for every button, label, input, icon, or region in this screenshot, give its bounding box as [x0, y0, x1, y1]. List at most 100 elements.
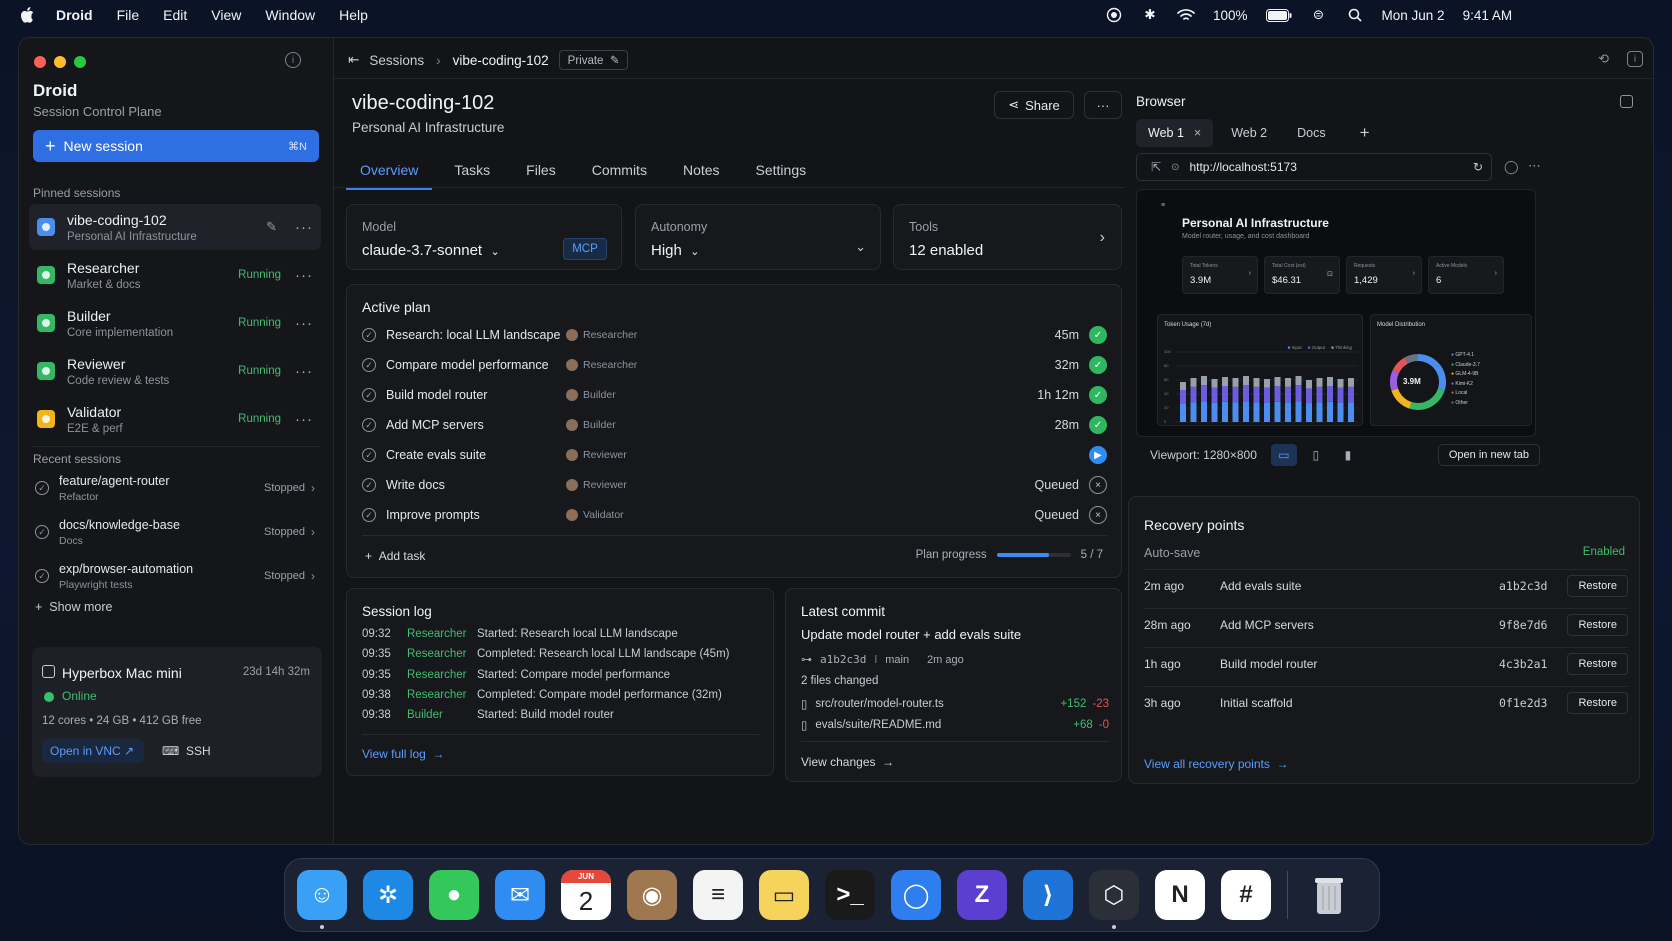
ssh-button[interactable]: ⌨ SSH	[162, 744, 211, 758]
new-tab-button[interactable]: +	[1348, 119, 1382, 147]
tab-settings[interactable]: Settings	[742, 156, 821, 190]
menu-view[interactable]: View	[211, 7, 241, 23]
menu-time[interactable]: 9:41 AM	[1463, 8, 1513, 23]
mcp-badge[interactable]: MCP	[563, 238, 607, 260]
tab-notes[interactable]: Notes	[669, 156, 734, 190]
dock-app-vscode-icon[interactable]: ⟩	[1023, 870, 1073, 920]
commit-hash[interactable]: a1b2c3d	[820, 653, 866, 666]
dock-app-user-icon[interactable]: ◯	[891, 870, 941, 920]
recent-session-item[interactable]: ✓ docs/knowledge-base Docs Stopped ›	[29, 512, 321, 552]
recent-session-item[interactable]: ✓ exp/browser-automation Playwright tests…	[29, 556, 321, 596]
sidebar-info-icon[interactable]: i	[285, 52, 301, 68]
changed-file-row[interactable]: ▯ evals/suite/README.md +68 -0	[801, 718, 1109, 732]
circle-icon[interactable]: ◯	[1504, 159, 1519, 175]
tab-tasks[interactable]: Tasks	[440, 156, 504, 190]
close-icon[interactable]: ×	[1194, 126, 1201, 140]
tools-selector[interactable]: Tools 12 enabled ›	[893, 204, 1122, 270]
plan-task-row[interactable]: ✓ Build model router Builder 1h 12m ✓	[362, 383, 1107, 407]
visibility-badge[interactable]: Private ✎	[558, 50, 629, 70]
check-circle-icon[interactable]: ✓	[362, 358, 376, 372]
check-circle-icon[interactable]: ✓	[362, 418, 376, 432]
browser-tab[interactable]: Web 1 ×	[1136, 119, 1214, 147]
menu-app-name[interactable]: Droid	[56, 7, 93, 23]
pinned-session-item[interactable]: Builder Core implementation Running ···	[29, 300, 321, 346]
task-status-icon[interactable]: ✓	[1089, 326, 1107, 344]
changed-file-row[interactable]: ▯ src/router/model-router.ts +152 -23	[801, 697, 1109, 711]
restore-button[interactable]: Restore	[1567, 691, 1628, 714]
dock-app-notes-icon[interactable]: ▭	[759, 870, 809, 920]
task-status-icon[interactable]: ✓	[1089, 416, 1107, 434]
browser-tab[interactable]: Docs	[1285, 119, 1337, 147]
pinned-session-item[interactable]: Reviewer Code review & tests Running ···	[29, 348, 321, 394]
plan-task-row[interactable]: ✓ Improve prompts Validator Queued ×	[362, 503, 1107, 527]
task-status-icon[interactable]: ▶	[1089, 446, 1107, 464]
pinned-session-item[interactable]: Researcher Market & docs Running ···	[29, 252, 321, 298]
battery-icon[interactable]	[1265, 7, 1292, 23]
task-status-icon[interactable]: ✓	[1089, 356, 1107, 374]
dock-app-notion-icon[interactable]: N	[1155, 870, 1205, 920]
reload-icon[interactable]: ↻	[1473, 160, 1483, 174]
autonomy-selector[interactable]: Autonomy High ⌄ ⌄	[635, 204, 881, 270]
spotlight-search-icon[interactable]	[1346, 7, 1364, 23]
dock-app-reminders-icon[interactable]: ≡	[693, 870, 743, 920]
plan-task-row[interactable]: ✓ Create evals suite Reviewer ▶	[362, 443, 1107, 467]
menu-file[interactable]: File	[117, 7, 140, 23]
control-center-icon[interactable]: ⊜	[1310, 7, 1328, 23]
dock-app-calendar-icon[interactable]: JUN 2	[561, 870, 611, 920]
close-window-button[interactable]	[34, 56, 46, 68]
tablet-icon[interactable]: ▯	[1303, 444, 1329, 466]
external-link-icon[interactable]: ⇱	[1151, 160, 1161, 174]
menu-date[interactable]: Mon Jun 2	[1382, 8, 1445, 23]
pinned-session-item[interactable]: Validator E2E & perf Running ···	[29, 396, 321, 442]
view-all-recovery-link[interactable]: View all recovery points →	[1144, 757, 1289, 771]
plan-task-row[interactable]: ✓ Add MCP servers Builder 28m ✓	[362, 413, 1107, 437]
bluetooth-icon[interactable]: ✱	[1141, 7, 1159, 23]
menu-help[interactable]: Help	[339, 7, 368, 23]
more-options-icon[interactable]: ···	[295, 219, 313, 236]
dock-app-contacts-icon[interactable]: ◉	[627, 870, 677, 920]
task-status-icon[interactable]: ×	[1089, 476, 1107, 494]
dock-app-slack-icon[interactable]: #	[1221, 870, 1271, 920]
menu-window[interactable]: Window	[265, 7, 315, 23]
check-circle-icon[interactable]: ✓	[362, 328, 376, 342]
autosave-state[interactable]: Enabled	[1583, 546, 1625, 558]
dock-app-cube-icon[interactable]: ⬡	[1089, 870, 1139, 929]
add-task-button[interactable]: + Add task	[365, 549, 425, 563]
menu-edit[interactable]: Edit	[163, 7, 187, 23]
check-circle-icon[interactable]: ✓	[362, 448, 376, 462]
task-status-icon[interactable]: ✓	[1089, 386, 1107, 404]
recent-session-item[interactable]: ✓ feature/agent-router Refactor Stopped ›	[29, 468, 321, 508]
plan-task-row[interactable]: ✓ Research: local LLM landscape Research…	[362, 323, 1107, 347]
tab-files[interactable]: Files	[512, 156, 570, 190]
share-button[interactable]: ⋖ Share	[994, 91, 1074, 119]
dock-app-finder-icon[interactable]: ☺	[297, 870, 347, 929]
info-icon[interactable]: i	[1627, 51, 1643, 67]
more-options-icon[interactable]: ···	[295, 363, 313, 380]
trash-icon[interactable]	[1304, 870, 1354, 920]
check-circle-icon[interactable]: ✓	[362, 478, 376, 492]
dock-app-zed-icon[interactable]: Z	[957, 870, 1007, 920]
model-selector[interactable]: Model claude-3.7-sonnet ⌄ MCP	[346, 204, 622, 270]
show-more-button[interactable]: + Show more	[35, 600, 113, 614]
check-circle-icon[interactable]: ✓	[362, 508, 376, 522]
browser-preview[interactable]: ≡ Personal AI Infrastructure Model route…	[1136, 189, 1536, 437]
url-bar[interactable]: ⇱ ⊙ http://localhost:5173 ↻	[1136, 153, 1492, 181]
dock-app-terminal-icon[interactable]: >_	[825, 870, 875, 920]
more-options-icon[interactable]: ···	[295, 315, 313, 332]
dock-app-messages-icon[interactable]: ●	[429, 870, 479, 920]
desktop-icon[interactable]: ▭	[1270, 444, 1297, 466]
breadcrumb-sessions[interactable]: Sessions	[369, 53, 424, 68]
plan-task-row[interactable]: ✓ Compare model performance Researcher 3…	[362, 353, 1107, 377]
pin-icon[interactable]: ✎	[266, 219, 277, 235]
more-icon[interactable]: ⋯	[1528, 158, 1541, 174]
check-circle-icon[interactable]: ✓	[362, 388, 376, 402]
dock-app-mail-icon[interactable]: ✉	[495, 870, 545, 920]
restore-button[interactable]: Restore	[1567, 574, 1628, 597]
dock-app-safari-icon[interactable]: ✲	[363, 870, 413, 920]
more-options-icon[interactable]: ···	[295, 411, 313, 428]
browser-tab[interactable]: Web 2	[1219, 119, 1279, 147]
view-full-log-link[interactable]: View full log →	[362, 747, 445, 761]
more-options-button[interactable]: ···	[1084, 91, 1122, 119]
refresh-icon[interactable]: ⟲	[1598, 51, 1609, 67]
plan-task-row[interactable]: ✓ Write docs Reviewer Queued ×	[362, 473, 1107, 497]
